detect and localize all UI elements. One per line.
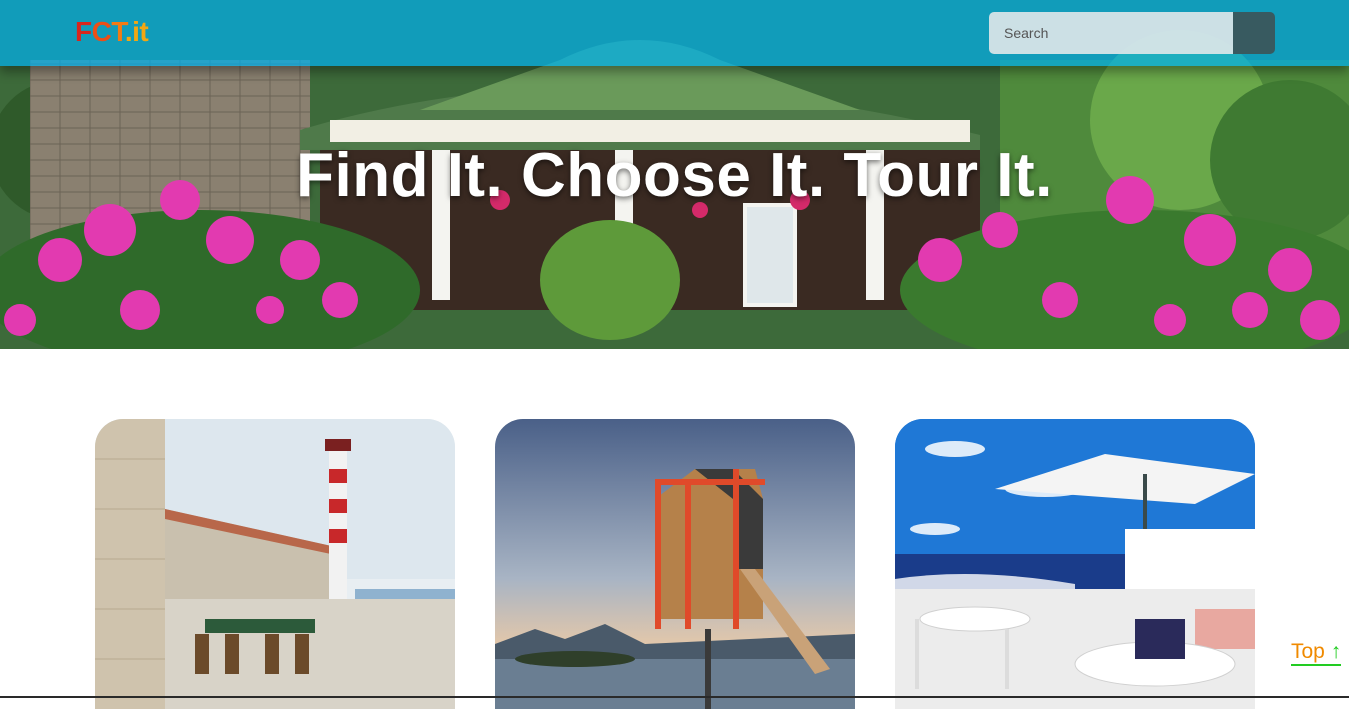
- search-input[interactable]: [989, 12, 1233, 54]
- top-navbar: FCT.it: [0, 0, 1349, 66]
- logo-domain: .it: [124, 16, 149, 47]
- search-button[interactable]: [1233, 12, 1275, 54]
- hero-headline: Find It. Choose It. Tour It.: [296, 141, 1053, 210]
- arrow-up-icon: ↑: [1330, 640, 1342, 663]
- search-form: [989, 12, 1275, 54]
- back-to-top-link[interactable]: Top ↑: [1291, 640, 1342, 666]
- listing-card-lighthouse[interactable]: [95, 419, 455, 709]
- lighthouse-terrace-photo: [95, 419, 455, 709]
- site-logo[interactable]: FCT.it: [75, 16, 149, 47]
- top-label: Top: [1291, 640, 1325, 663]
- logo-letter-f: F: [75, 16, 92, 47]
- listing-card-patio[interactable]: [895, 419, 1255, 709]
- logo-letter-c: C: [91, 16, 112, 47]
- stilted-cabin-photo: [495, 419, 855, 709]
- seaside-patio-photo: [895, 419, 1255, 709]
- listing-card-cabin[interactable]: [495, 419, 855, 709]
- logo-letter-t: T: [111, 16, 125, 47]
